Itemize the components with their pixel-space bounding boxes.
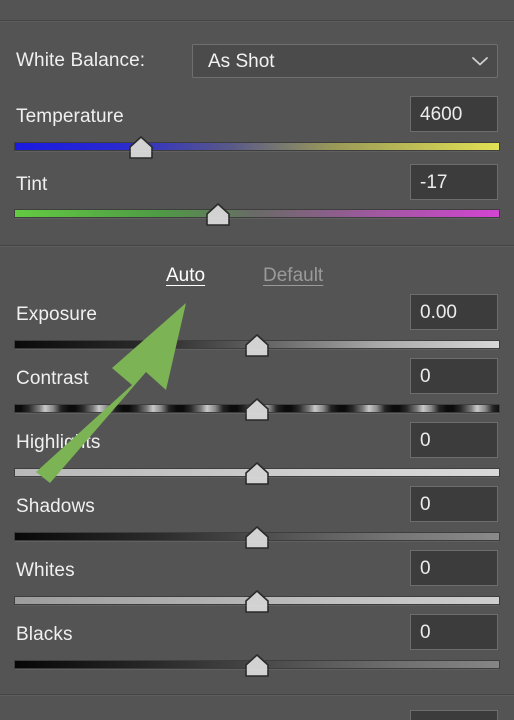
shadows-label: Shadows: [16, 496, 95, 517]
tint-slider-thumb[interactable]: [205, 203, 231, 227]
temperature-slider-thumb[interactable]: [128, 136, 154, 160]
blacks-label: Blacks: [16, 624, 73, 645]
blacks-slider-thumb[interactable]: [244, 654, 270, 678]
blacks-value-field[interactable]: 0: [410, 614, 498, 650]
default-link[interactable]: Default: [263, 266, 323, 285]
exposure-value-field[interactable]: 0.00: [410, 294, 498, 330]
white-balance-label: White Balance:: [16, 50, 146, 71]
whites-label: Whites: [16, 560, 75, 581]
tint-label: Tint: [16, 174, 48, 195]
shadows-slider-thumb[interactable]: [244, 526, 270, 550]
divider-top: [0, 20, 514, 22]
highlights-value-field[interactable]: 0: [410, 422, 498, 458]
temperature-label: Temperature: [16, 106, 124, 127]
divider-tone-section: [0, 245, 514, 247]
camera-raw-basic-panel: White Balance: As Shot Temperature 4600 …: [0, 0, 514, 720]
contrast-value-field[interactable]: 0: [410, 358, 498, 394]
whites-slider-thumb[interactable]: [244, 590, 270, 614]
white-balance-selected-value: As Shot: [208, 50, 275, 72]
temperature-slider-track[interactable]: [14, 136, 500, 159]
whites-slider-track[interactable]: [14, 590, 500, 613]
white-balance-select[interactable]: As Shot: [192, 44, 498, 78]
tint-slider-track[interactable]: [14, 203, 500, 226]
chevron-down-icon: [463, 55, 497, 67]
contrast-slider-track[interactable]: [14, 398, 500, 421]
blacks-slider-track[interactable]: [14, 654, 500, 677]
contrast-slider-thumb[interactable]: [244, 398, 270, 422]
divider-bottom: [0, 694, 514, 696]
highlights-label: Highlights: [16, 432, 101, 453]
next-section-value-field[interactable]: [410, 710, 498, 720]
tint-value-field[interactable]: -17: [410, 164, 498, 200]
auto-link[interactable]: Auto: [166, 266, 205, 285]
temperature-value-field[interactable]: 4600: [410, 96, 498, 132]
shadows-slider-track[interactable]: [14, 526, 500, 549]
shadows-value-field[interactable]: 0: [410, 486, 498, 522]
exposure-slider-track[interactable]: [14, 334, 500, 357]
contrast-label: Contrast: [16, 368, 89, 389]
exposure-label: Exposure: [16, 304, 98, 325]
highlights-slider-thumb[interactable]: [244, 462, 270, 486]
whites-value-field[interactable]: 0: [410, 550, 498, 586]
exposure-slider-thumb[interactable]: [244, 334, 270, 358]
highlights-slider-track[interactable]: [14, 462, 500, 485]
